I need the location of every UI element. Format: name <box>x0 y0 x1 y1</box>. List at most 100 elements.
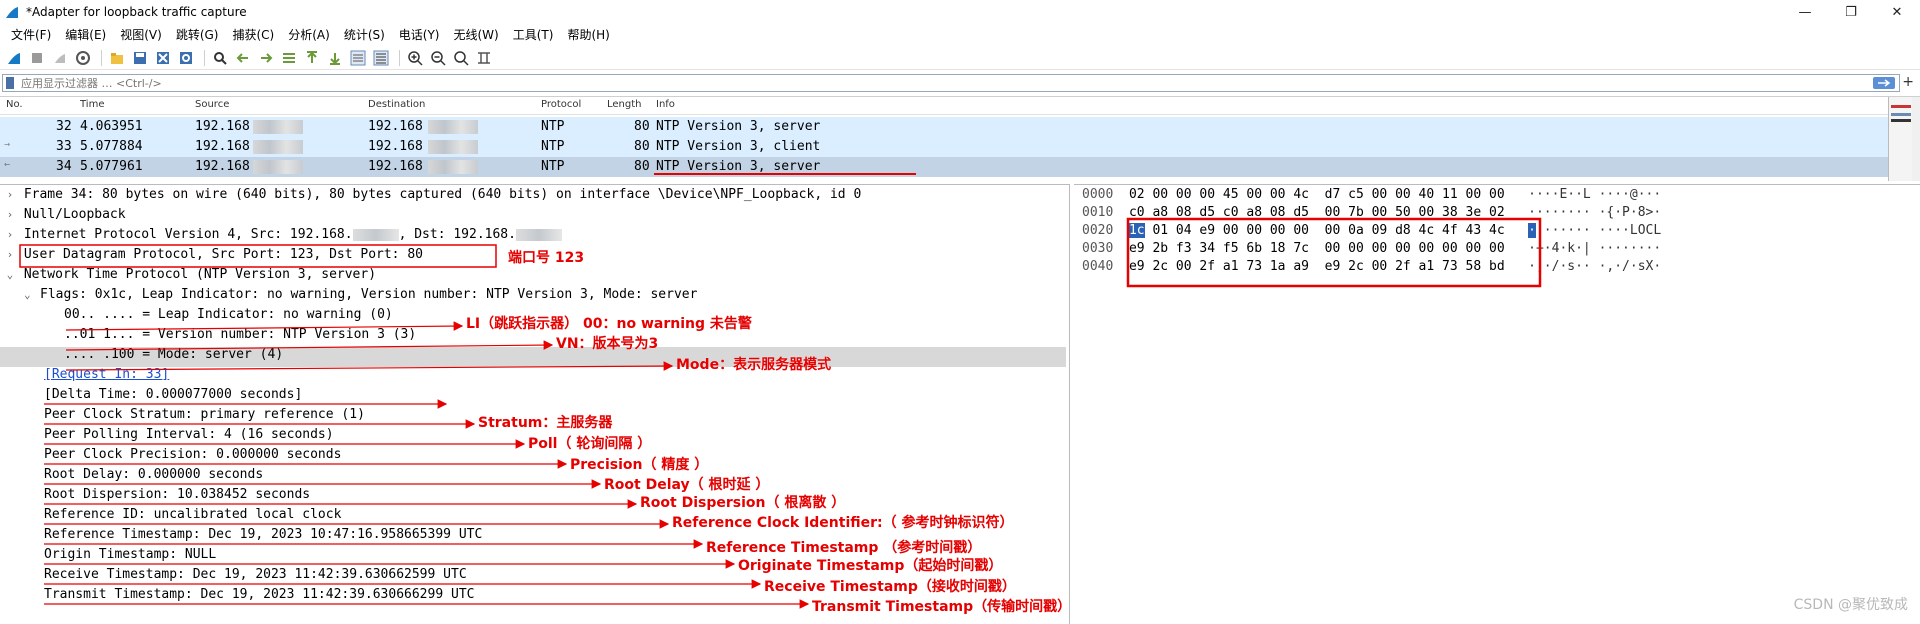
packet-length: 80 <box>634 159 650 174</box>
packet-list: No. Time Source Destination Protocol Len… <box>0 96 1920 181</box>
ipv4-summary: Internet Protocol Version 4, Src: 192.16… <box>23 227 353 242</box>
go-back-icon[interactable] <box>233 48 253 68</box>
close-file-icon[interactable] <box>153 48 173 68</box>
tree-item-null-loopback[interactable]: › Null/Loopback <box>0 207 1066 227</box>
annotation-stratum: Stratum：主服务器 <box>478 415 613 431</box>
menu-tools[interactable]: 工具(T) <box>506 26 561 43</box>
zoom-in-icon[interactable] <box>405 48 425 68</box>
col-no[interactable]: No. <box>6 99 23 110</box>
packet-destination: 192.168 <box>368 139 423 154</box>
wireshark-fin-icon <box>6 7 18 18</box>
menu-go[interactable]: 跳转(G) <box>169 26 226 43</box>
request-in-link[interactable]: [Request In: 33] <box>44 367 169 382</box>
bytes-row[interactable]: 0000 02 00 00 00 45 00 00 4c d7 c5 00 00… <box>1082 187 1661 205</box>
redacted-source-ip <box>253 160 303 174</box>
annotation-ref-id: Reference Clock Identifier:（ 参考时钟标识符） <box>672 515 1014 531</box>
zoom-reset-icon[interactable] <box>451 48 471 68</box>
bytes-row[interactable]: 0010 c0 a8 08 d5 c0 a8 08 d5 00 7b 00 50… <box>1082 205 1661 223</box>
menu-analyze[interactable]: 分析(A) <box>281 26 337 43</box>
col-length[interactable]: Length <box>607 99 642 110</box>
menu-help[interactable]: 帮助(H) <box>560 26 616 43</box>
capture-options-icon[interactable] <box>73 48 93 68</box>
col-time[interactable]: Time <box>80 99 104 110</box>
packet-length: 80 <box>634 119 650 134</box>
colorize-icon[interactable] <box>371 48 391 68</box>
display-filter-bar <box>0 73 1920 93</box>
packet-list-scrollbar[interactable] <box>1912 97 1920 181</box>
packet-row-selected[interactable]: ← 34 5.077961 192.168 192.168 NTP 80 NTP… <box>0 157 1900 177</box>
redacted-destination-ip <box>428 140 478 154</box>
close-icon[interactable]: ✕ <box>1874 0 1920 24</box>
expand-arrow-icon[interactable]: › <box>0 248 16 261</box>
tree-item-root-dispersion[interactable]: Root Dispersion: 10.038452 seconds <box>0 487 1066 507</box>
col-source[interactable]: Source <box>195 99 229 110</box>
annotation-ref-ts: Reference Timestamp （参考时间戳） <box>706 540 982 556</box>
udp-summary: User Datagram Protocol, Src Port: 123, D… <box>23 247 423 262</box>
col-info[interactable]: Info <box>656 99 675 110</box>
col-destination[interactable]: Destination <box>368 99 425 110</box>
display-filter-input[interactable] <box>21 76 1821 90</box>
packet-row[interactable]: 32 4.063951 192.168 192.168 NTP 80 NTP V… <box>0 117 1900 137</box>
open-file-icon[interactable] <box>107 48 127 68</box>
expand-arrow-icon[interactable]: › <box>0 188 16 201</box>
annotation-vn: VN：版本号为3 <box>556 336 659 352</box>
go-first-icon[interactable] <box>302 48 322 68</box>
col-protocol[interactable]: Protocol <box>541 99 581 110</box>
menu-edit[interactable]: 编辑(E) <box>58 26 113 43</box>
packet-source: 192.168 <box>195 159 250 174</box>
ascii-bytes: ······· ····LOCL <box>1535 223 1662 238</box>
packet-minimap[interactable] <box>1888 97 1912 181</box>
minimize-icon[interactable]: — <box>1782 0 1828 24</box>
menu-capture[interactable]: 捕获(C) <box>225 26 281 43</box>
packet-row[interactable]: → 33 5.077884 192.168 192.168 NTP 80 NTP… <box>0 137 1900 157</box>
redacted-destination-ip <box>428 160 478 174</box>
csdn-watermark: CSDN @聚优致成 <box>1793 597 1908 613</box>
resize-columns-icon[interactable] <box>474 48 494 68</box>
tree-item-ntp[interactable]: ⌄ Network Time Protocol (NTP Version 3, … <box>0 267 1066 287</box>
save-file-icon[interactable] <box>130 48 150 68</box>
go-forward-icon[interactable] <box>256 48 276 68</box>
bookmark-icon[interactable] <box>3 75 17 91</box>
maximize-icon[interactable]: ❐ <box>1828 0 1874 24</box>
annotation-li: LI（跳跃指示器） 00：no warning 未告警 <box>466 316 752 332</box>
menu-view[interactable]: 视图(V) <box>113 26 169 43</box>
hex-bytes: e9 2b f3 34 f5 6b 18 7c 00 00 00 00 00 0… <box>1128 241 1505 256</box>
menu-file[interactable]: 文件(F) <box>4 26 58 43</box>
annotation-root-dispersion: Root Dispersion（ 根离散 ） <box>640 495 846 511</box>
receive-timestamp-field: Receive Timestamp: Dec 19, 2023 11:42:39… <box>44 567 467 582</box>
bytes-row[interactable]: 0030 e9 2b f3 34 f5 6b 18 7c 00 00 00 00… <box>1082 241 1661 259</box>
tree-item-delta-time[interactable]: [Delta Time: 0.000077000 seconds] <box>0 387 1066 407</box>
null-loopback-summary: Null/Loopback <box>23 207 126 222</box>
collapse-arrow-icon[interactable]: ⌄ <box>24 288 40 301</box>
expand-arrow-icon[interactable]: › <box>0 228 16 241</box>
tree-item-ipv4[interactable]: › Internet Protocol Version 4, Src: 192.… <box>0 227 1066 247</box>
find-packet-icon[interactable] <box>210 48 230 68</box>
auto-scroll-icon[interactable] <box>348 48 368 68</box>
apply-filter-arrow-icon[interactable] <box>1873 77 1895 89</box>
tree-item-request-in[interactable]: [Request In: 33] <box>0 367 1066 387</box>
zoom-out-icon[interactable] <box>428 48 448 68</box>
bytes-row[interactable]: 0040 e9 2c 00 2f a1 73 1a a9 e9 2c 00 2f… <box>1082 259 1661 277</box>
go-to-packet-icon[interactable] <box>279 48 299 68</box>
hex-bytes: 01 04 e9 00 00 00 00 00 0a 09 d8 4c 4f 4… <box>1144 223 1505 238</box>
start-capture-icon[interactable] <box>4 48 24 68</box>
packet-destination: 192.168 <box>368 159 423 174</box>
add-filter-button-icon[interactable]: + <box>1902 74 1914 90</box>
menu-telephony[interactable]: 电话(Y) <box>392 26 447 43</box>
packet-protocol: NTP <box>541 119 565 134</box>
annotation-mode: Mode：表示服务器模式 <box>676 357 832 373</box>
go-last-icon[interactable] <box>325 48 345 68</box>
tree-item-frame[interactable]: › Frame 34: 80 bytes on wire (640 bits),… <box>0 187 1066 207</box>
reload-file-icon[interactable] <box>176 48 196 68</box>
restart-capture-icon[interactable] <box>50 48 70 68</box>
stop-capture-icon[interactable] <box>27 48 47 68</box>
collapse-arrow-icon[interactable]: ⌄ <box>0 268 16 281</box>
tree-item-mode-selected[interactable]: .... .100 = Mode: server (4) <box>0 347 1066 367</box>
expand-arrow-icon[interactable]: › <box>0 208 16 221</box>
reference-id-field: Reference ID: uncalibrated local clock <box>44 507 342 522</box>
menu-wireless[interactable]: 无线(W) <box>447 26 506 43</box>
tree-item-root-delay[interactable]: Root Delay: 0.000000 seconds <box>0 467 1066 487</box>
bytes-row[interactable]: 0020 1c 01 04 e9 00 00 00 00 00 0a 09 d8… <box>1082 223 1661 241</box>
tree-item-flags[interactable]: ⌄ Flags: 0x1c, Leap Indicator: no warning… <box>0 287 1066 307</box>
menu-statistics[interactable]: 统计(S) <box>337 26 392 43</box>
